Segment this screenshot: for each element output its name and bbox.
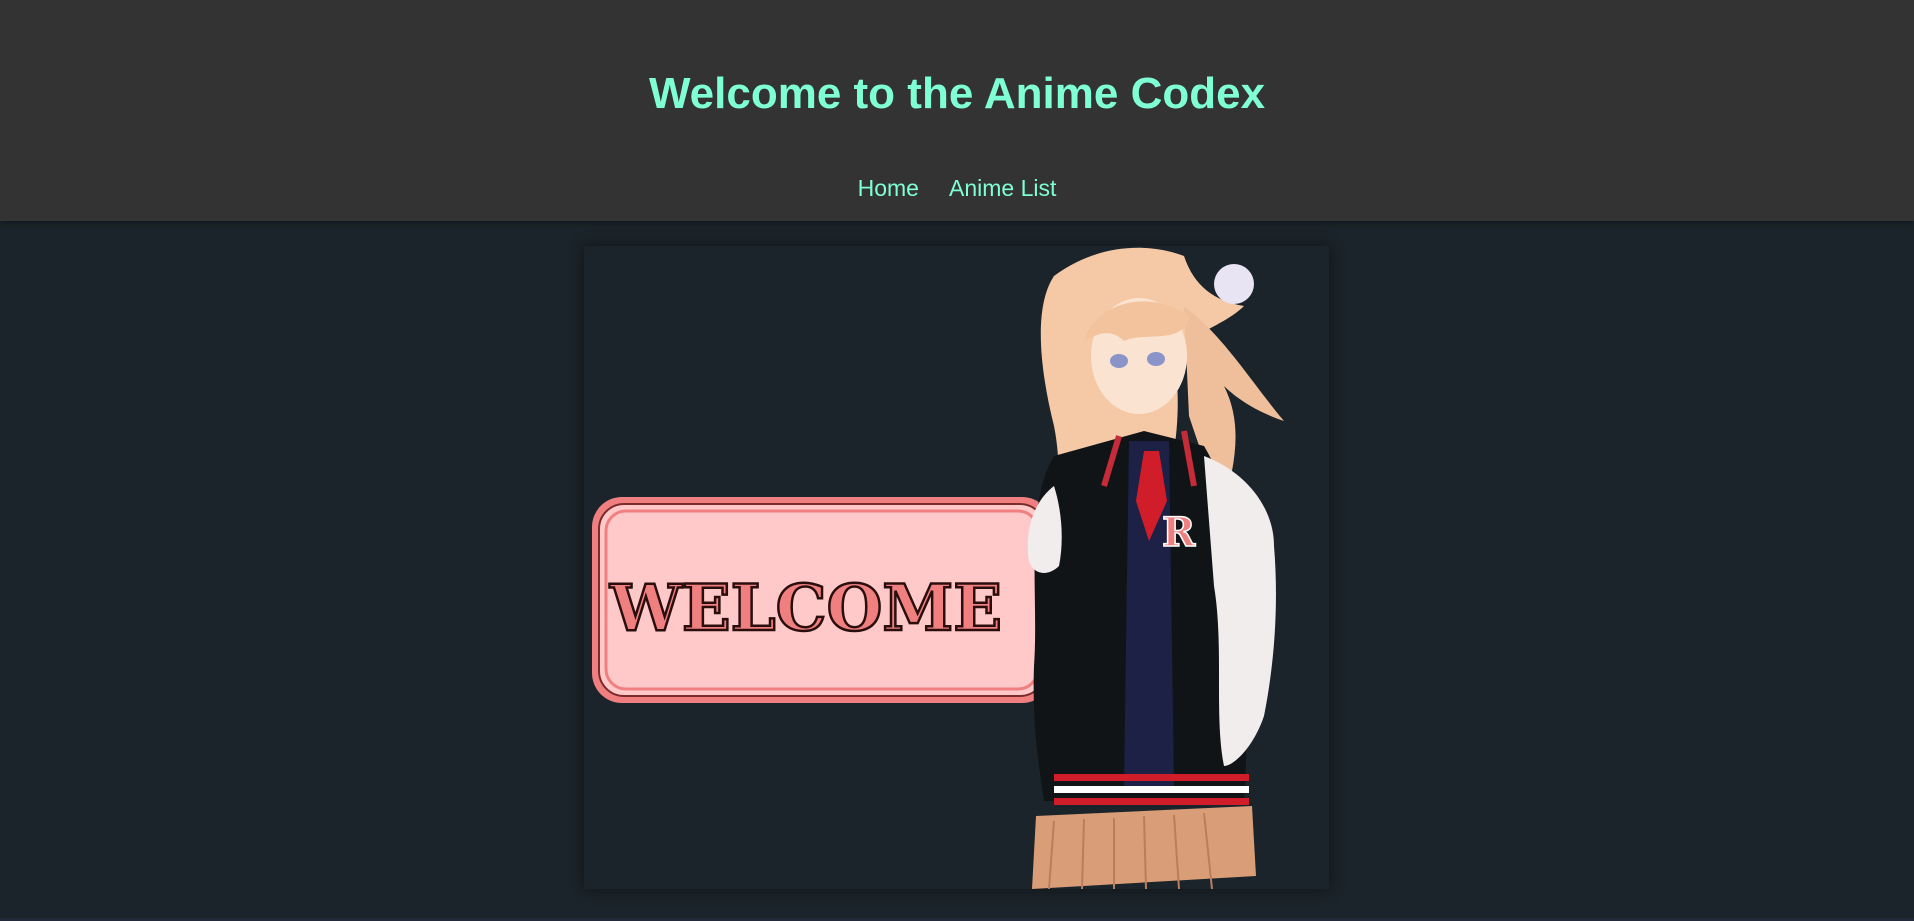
- anime-girl-illustration: R: [1027, 247, 1284, 889]
- nav-link-anime-list[interactable]: Anime List: [949, 172, 1056, 204]
- site-header: Welcome to the Anime Codex Home Anime Li…: [0, 0, 1914, 221]
- nav-link-home[interactable]: Home: [858, 172, 919, 204]
- welcome-illustration: WELCOME R: [592, 247, 1284, 889]
- banner-welcome-text: WELCOME: [609, 571, 1002, 646]
- jacket-letter-r: R: [1162, 509, 1196, 556]
- main-nav: Home Anime List: [0, 172, 1914, 204]
- page-title: Welcome to the Anime Codex: [648, 69, 1266, 118]
- hero-image: WELCOME R: [584, 246, 1329, 889]
- welcome-banner: WELCOME: [592, 497, 1052, 703]
